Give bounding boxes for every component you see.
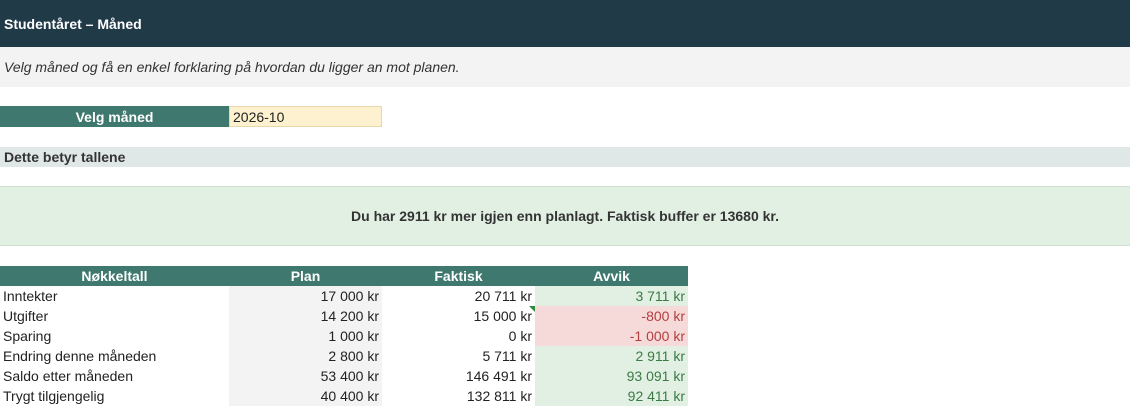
col-header-name: Nøkkeltall <box>0 266 229 286</box>
table-row: Saldo etter måneden 53 400 kr 146 491 kr… <box>0 366 688 386</box>
row-name-cell[interactable]: Sparing <box>0 326 229 346</box>
table-row: Inntekter 17 000 kr 20 711 kr 3 711 kr <box>0 286 688 306</box>
section-heading: Dette betyr tallene <box>0 147 1130 167</box>
actual-cell[interactable]: 5 711 kr <box>382 346 535 366</box>
table-row: Sparing 1 000 kr 0 kr -1 000 kr <box>0 326 688 346</box>
row-name-cell[interactable]: Inntekter <box>0 286 229 306</box>
col-header-deviation: Avvik <box>535 266 688 286</box>
plan-cell[interactable]: 53 400 kr <box>229 366 382 386</box>
actual-cell[interactable]: 15 000 kr <box>382 306 535 326</box>
row-name-cell[interactable]: Saldo etter måneden <box>0 366 229 386</box>
deviation-cell[interactable]: 2 911 kr <box>535 346 688 366</box>
actual-value: 15 000 kr <box>473 308 532 324</box>
deviation-cell[interactable]: -1 000 kr <box>535 326 688 346</box>
col-header-plan: Plan <box>229 266 382 286</box>
col-header-actual: Faktisk <box>382 266 535 286</box>
row-name-cell[interactable]: Trygt tilgjengelig <box>0 386 229 406</box>
table-row: Trygt tilgjengelig 40 400 kr 132 811 kr … <box>0 386 688 406</box>
month-select-label: Velg måned <box>0 106 229 127</box>
plan-cell[interactable]: 17 000 kr <box>229 286 382 306</box>
kpi-table: Nøkkeltall Plan Faktisk Avvik Inntekter … <box>0 266 688 406</box>
table-row: Utgifter 14 200 kr 15 000 kr -800 kr <box>0 306 688 326</box>
summary-message: Du har 2911 kr mer igjen enn planlagt. F… <box>0 186 1130 246</box>
deviation-cell[interactable]: -800 kr <box>535 306 688 326</box>
comment-indicator-icon[interactable] <box>529 306 535 312</box>
month-select-cell[interactable]: 2026-10 <box>229 106 382 127</box>
plan-cell[interactable]: 14 200 kr <box>229 306 382 326</box>
kpi-header-row: Nøkkeltall Plan Faktisk Avvik <box>0 266 688 286</box>
intro-text: Velg måned og få en enkel forklaring på … <box>0 47 1130 87</box>
plan-cell[interactable]: 1 000 kr <box>229 326 382 346</box>
table-row: Endring denne måneden 2 800 kr 5 711 kr … <box>0 346 688 366</box>
plan-cell[interactable]: 2 800 kr <box>229 346 382 366</box>
actual-cell[interactable]: 132 811 kr <box>382 386 535 406</box>
row-name-cell[interactable]: Utgifter <box>0 306 229 326</box>
plan-cell[interactable]: 40 400 kr <box>229 386 382 406</box>
deviation-cell[interactable]: 3 711 kr <box>535 286 688 306</box>
actual-cell[interactable]: 20 711 kr <box>382 286 535 306</box>
sheet-title: Studentåret – Måned <box>0 0 1130 47</box>
deviation-cell[interactable]: 92 411 kr <box>535 386 688 406</box>
actual-cell[interactable]: 146 491 kr <box>382 366 535 386</box>
actual-cell[interactable]: 0 kr <box>382 326 535 346</box>
deviation-cell[interactable]: 93 091 kr <box>535 366 688 386</box>
row-name-cell[interactable]: Endring denne måneden <box>0 346 229 366</box>
